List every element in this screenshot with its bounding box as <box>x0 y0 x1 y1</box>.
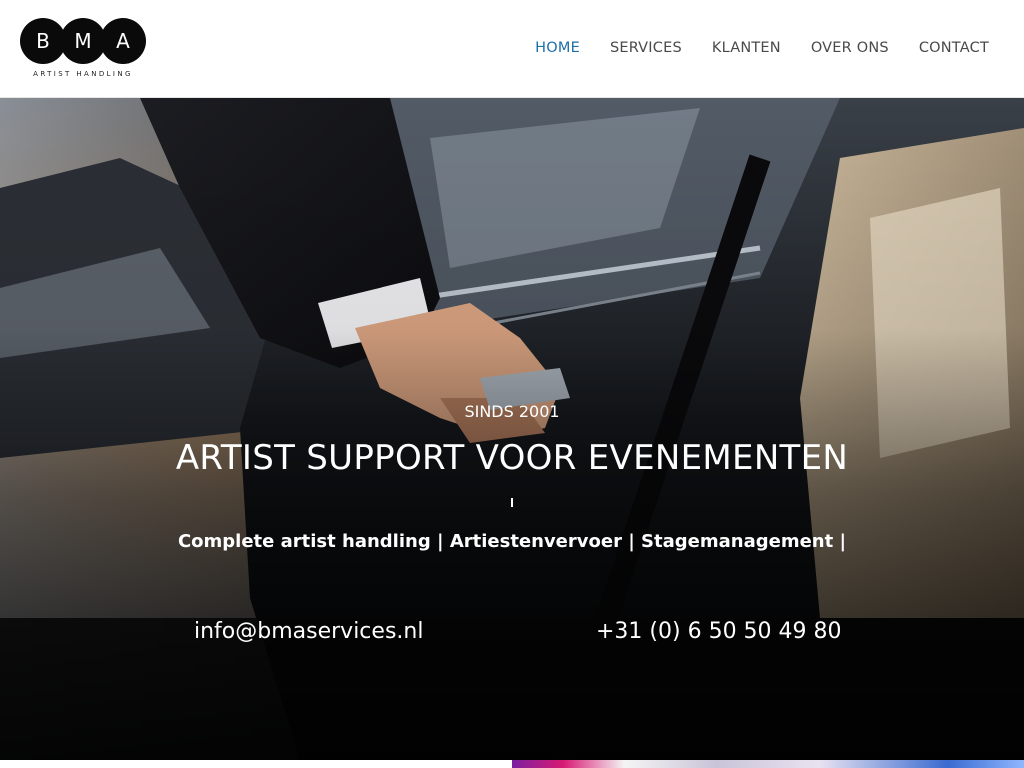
nav-over-ons[interactable]: OVER ONS <box>811 40 889 56</box>
hero-headline: ARTIST SUPPORT VOOR EVENEMENTEN <box>175 438 849 478</box>
nav-klanten[interactable]: KLANTEN <box>712 40 781 56</box>
hero-content: SINDS 2001 ARTIST SUPPORT VOOR EVENEMENT… <box>0 98 1024 760</box>
since-label: SINDS 2001 <box>464 402 560 421</box>
main-navigation: HOME SERVICES KLANTEN OVER ONS CONTACT <box>535 40 989 56</box>
logo-mark: B M A <box>20 18 146 64</box>
nav-contact[interactable]: CONTACT <box>919 40 989 56</box>
logo-letter-b: B <box>36 29 50 53</box>
logo-letter-a: A <box>116 29 130 53</box>
site-header: B M A ARTIST HANDLING HOME SERVICES KLAN… <box>0 0 1024 98</box>
bma-logo[interactable]: B M A ARTIST HANDLING <box>20 17 148 79</box>
services-summary: Complete artist handling | Artiestenverv… <box>177 531 847 552</box>
hero-section: SINDS 2001 ARTIST SUPPORT VOOR EVENEMENT… <box>0 98 1024 760</box>
nav-services[interactable]: SERVICES <box>610 40 682 56</box>
logo-tagline: ARTIST HANDLING <box>33 70 133 78</box>
next-section-image <box>512 760 1024 768</box>
phone-link[interactable]: +31 (0) 6 50 50 49 80 <box>596 619 842 644</box>
email-link[interactable]: info@bmaservices.nl <box>194 619 423 644</box>
nav-home[interactable]: HOME <box>535 40 580 56</box>
logo-letter-m: M <box>74 29 91 53</box>
next-section-edge <box>0 760 1024 768</box>
hero-divider <box>511 498 513 507</box>
